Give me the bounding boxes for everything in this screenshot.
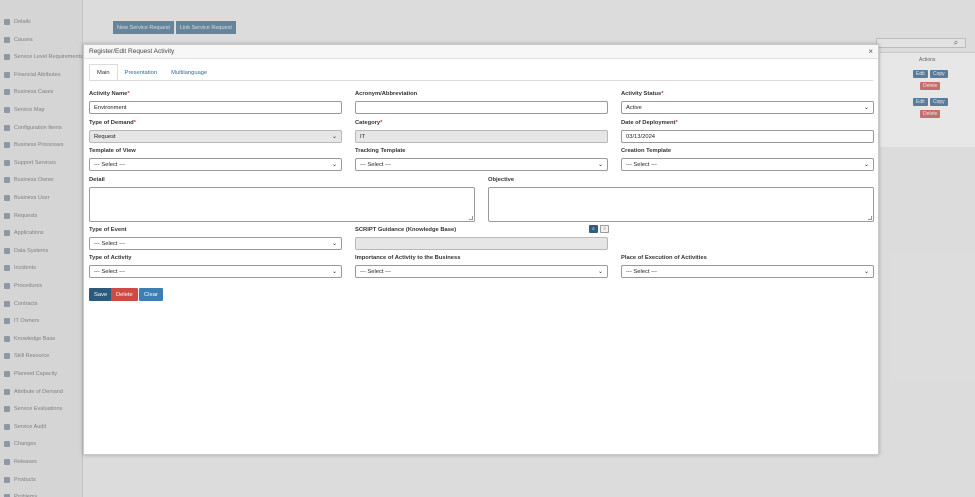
modal-title: Register/Edit Request Activity — [89, 48, 175, 55]
type-of-activity-select[interactable]: --- Select --- ⌄ — [89, 265, 342, 278]
chevron-down-icon: ⌄ — [331, 241, 337, 247]
objective-label: Objective — [488, 177, 515, 183]
place-of-execution-select[interactable]: --- Select --- ⌄ — [621, 265, 874, 278]
chevron-down-icon: ⌄ — [331, 162, 337, 168]
chevron-down-icon: ⌄ — [331, 134, 337, 140]
register-edit-activity-modal: Register/Edit Request Activity × Main Pr… — [83, 44, 879, 455]
tab-presentation[interactable]: Presentation — [118, 64, 165, 81]
date-of-deployment-label: Date of Deployment* — [621, 120, 678, 126]
resize-handle-icon[interactable] — [469, 216, 473, 220]
creation-template-select[interactable]: --- Select --- ⌄ — [621, 158, 874, 171]
tracking-template-label: Tracking Template — [355, 148, 406, 154]
tab-main[interactable]: Main — [89, 64, 118, 81]
importance-value: --- Select --- — [360, 268, 391, 275]
chevron-down-icon: ⌄ — [863, 269, 869, 275]
chevron-down-icon: ⌄ — [863, 105, 869, 111]
template-of-view-value: --- Select --- — [94, 161, 125, 168]
clear-button[interactable]: Clear — [139, 288, 163, 301]
activity-name-input[interactable]: Environment — [89, 101, 342, 114]
acronym-input[interactable] — [355, 101, 608, 114]
activity-status-label: Activity Status* — [621, 91, 664, 97]
creation-template-value: --- Select --- — [626, 161, 657, 168]
type-of-demand-value: Request — [94, 133, 116, 140]
importance-select[interactable]: --- Select --- ⌄ — [355, 265, 608, 278]
detail-textarea[interactable] — [89, 187, 475, 222]
chevron-down-icon: ⌄ — [597, 162, 603, 168]
chevron-down-icon: ⌄ — [597, 269, 603, 275]
tracking-template-select[interactable]: --- Select --- ⌄ — [355, 158, 608, 171]
knowledge-base-clear-icon[interactable]: ○ — [600, 225, 609, 233]
category-label: Category* — [355, 120, 383, 126]
knowledge-base-search-icon[interactable]: ⌕ — [589, 225, 598, 233]
script-guidance-label: SCRIPT Guidance (Knowledge Base) — [355, 227, 457, 233]
chevron-down-icon: ⌄ — [863, 162, 869, 168]
activity-status-select[interactable]: Active ⌄ — [621, 101, 874, 114]
resize-handle-icon[interactable] — [868, 216, 872, 220]
type-of-demand-label: Type of Demand* — [89, 120, 136, 126]
template-of-view-select[interactable]: --- Select --- ⌄ — [89, 158, 342, 171]
tab-divider — [89, 80, 873, 81]
importance-label: Importance of Activity to the Business — [355, 255, 461, 261]
delete-button[interactable]: Delete — [111, 288, 138, 301]
detail-label: Detail — [89, 177, 105, 183]
objective-textarea[interactable] — [488, 187, 874, 222]
place-of-execution-value: --- Select --- — [626, 268, 657, 275]
script-guidance-input — [355, 237, 608, 250]
modal-header: Register/Edit Request Activity × — [84, 45, 878, 59]
template-of-view-label: Template of View — [89, 148, 136, 154]
creation-template-label: Creation Template — [621, 148, 672, 154]
chevron-down-icon: ⌄ — [331, 269, 337, 275]
date-of-deployment-input[interactable]: 03/13/2024 — [621, 130, 874, 143]
type-of-activity-value: --- Select --- — [94, 268, 125, 275]
tracking-template-value: --- Select --- — [360, 161, 391, 168]
category-input: IT — [355, 130, 608, 143]
save-button[interactable]: Save — [89, 288, 113, 301]
activity-name-label: Activity Name* — [89, 91, 130, 97]
type-of-demand-select: Request ⌄ — [89, 130, 342, 143]
type-of-event-select[interactable]: --- Select --- ⌄ — [89, 237, 342, 250]
place-of-execution-label: Place of Execution of Activities — [621, 255, 707, 261]
tab-multilanguage[interactable]: Multilanguage — [164, 64, 214, 81]
type-of-activity-label: Type of Activity — [89, 255, 132, 261]
type-of-event-label: Type of Event — [89, 227, 127, 233]
acronym-label: Acronym/Abbreviation — [355, 91, 418, 97]
activity-status-value: Active — [626, 104, 642, 111]
close-icon[interactable]: × — [868, 47, 873, 57]
type-of-event-value: --- Select --- — [94, 240, 125, 247]
tab-bar: Main Presentation Multilanguage — [89, 64, 214, 81]
